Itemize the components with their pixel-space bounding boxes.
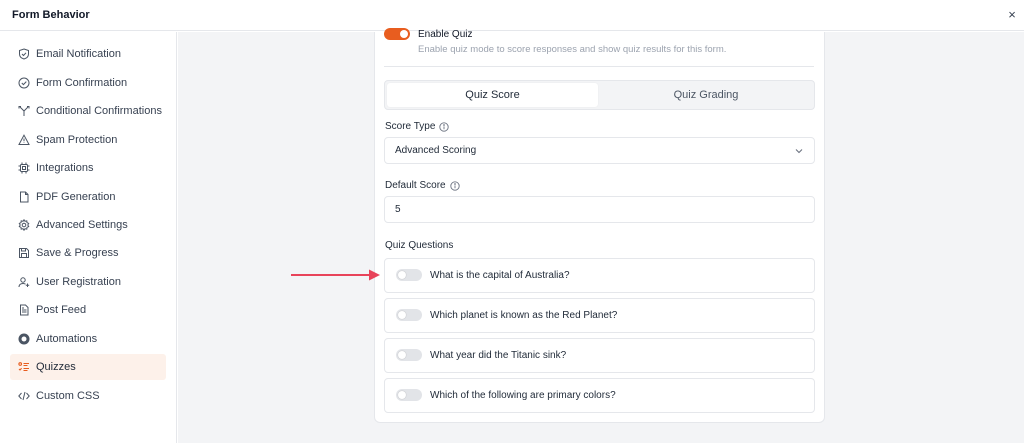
question-text: What year did the Titanic sink? <box>430 350 567 361</box>
settings-sidebar: Email Notification Form Confirmation Con… <box>0 32 177 443</box>
sidebar-item-advanced-settings[interactable]: Advanced Settings <box>10 212 166 238</box>
code-icon <box>18 390 30 402</box>
question-text: What is the capital of Australia? <box>430 270 570 281</box>
sidebar-item-spam-protection[interactable]: Spam Protection <box>10 127 166 153</box>
sidebar-item-label: Post Feed <box>36 304 87 316</box>
sidebar-item-label: Quizzes <box>36 361 76 373</box>
sidebar-item-label: Custom CSS <box>36 390 100 402</box>
score-type-select[interactable]: Advanced Scoring <box>384 137 815 164</box>
quiz-question-row[interactable]: Which of the following are primary color… <box>384 378 815 413</box>
tab-quiz-score[interactable]: Quiz Score <box>387 83 598 107</box>
sidebar-item-user-registration[interactable]: User Registration <box>10 269 166 295</box>
branch-icon <box>18 105 30 117</box>
annotation-arrow-icon <box>291 269 380 281</box>
sidebar-item-conditional-confirmations[interactable]: Conditional Confirmations <box>10 98 166 124</box>
quiz-questions-label: Quiz Questions <box>385 240 453 251</box>
info-icon[interactable] <box>439 121 450 132</box>
quiz-question-row[interactable]: What year did the Titanic sink? <box>384 338 815 373</box>
enable-quiz-toggle[interactable] <box>384 28 410 40</box>
tab-quiz-grading[interactable]: Quiz Grading <box>600 83 812 107</box>
quiz-settings-card: Enable Quiz Enable quiz mode to score re… <box>374 28 825 423</box>
file-text-icon <box>18 304 30 316</box>
sidebar-item-label: Conditional Confirmations <box>36 105 162 117</box>
question-text: Which planet is known as the Red Planet? <box>430 310 618 321</box>
sidebar-item-post-feed[interactable]: Post Feed <box>10 297 166 323</box>
chevron-down-icon <box>795 149 803 154</box>
close-icon[interactable]: × <box>1004 6 1020 24</box>
score-type-label: Score Type <box>385 121 450 132</box>
sidebar-item-label: Automations <box>36 333 98 345</box>
sidebar-item-label: User Registration <box>36 276 121 288</box>
question-toggle[interactable] <box>396 349 422 361</box>
default-score-label: Default Score <box>385 180 460 191</box>
question-toggle[interactable] <box>396 309 422 321</box>
gear-icon <box>18 219 30 231</box>
score-type-value: Advanced Scoring <box>395 145 477 156</box>
quiz-question-row[interactable]: What is the capital of Australia? <box>384 258 815 293</box>
sidebar-item-automations[interactable]: Automations <box>10 326 166 352</box>
list-check-icon <box>18 361 30 373</box>
sidebar-item-form-confirmation[interactable]: Form Confirmation <box>10 70 166 96</box>
sidebar-item-label: Save & Progress <box>36 247 119 259</box>
document-icon <box>18 191 30 203</box>
question-toggle[interactable] <box>396 269 422 281</box>
automation-icon <box>18 333 30 345</box>
user-plus-icon <box>18 276 30 288</box>
sidebar-item-pdf-generation[interactable]: PDF Generation <box>10 184 166 210</box>
chip-icon <box>18 162 30 174</box>
enable-quiz-title: Enable Quiz <box>418 29 473 40</box>
check-circle-icon <box>18 77 30 89</box>
sidebar-item-integrations[interactable]: Integrations <box>10 155 166 181</box>
sidebar-item-label: Advanced Settings <box>36 219 128 231</box>
default-score-input[interactable]: 5 <box>384 196 815 223</box>
question-text: Which of the following are primary color… <box>430 390 616 401</box>
shield-check-icon <box>18 48 30 60</box>
sidebar-item-save-progress[interactable]: Save & Progress <box>10 240 166 266</box>
enable-quiz-description: Enable quiz mode to score responses and … <box>418 44 727 55</box>
sidebar-item-email-notification[interactable]: Email Notification <box>10 41 166 67</box>
sidebar-item-quizzes[interactable]: Quizzes <box>10 354 166 380</box>
quiz-tabs: Quiz Score Quiz Grading <box>384 80 815 110</box>
modal-title: Form Behavior <box>12 9 90 21</box>
sidebar-item-label: Form Confirmation <box>36 77 128 89</box>
sidebar-item-label: Email Notification <box>36 48 121 60</box>
sidebar-item-label: Spam Protection <box>36 134 118 146</box>
default-score-label-text: Default Score <box>385 180 446 191</box>
sidebar-item-custom-css[interactable]: Custom CSS <box>10 383 166 409</box>
question-toggle[interactable] <box>396 389 422 401</box>
sidebar-item-label: Integrations <box>36 162 94 174</box>
settings-content: Enable Quiz Enable quiz mode to score re… <box>178 28 1024 443</box>
quiz-question-row[interactable]: Which planet is known as the Red Planet? <box>384 298 815 333</box>
warning-icon <box>18 134 30 146</box>
divider <box>384 66 814 67</box>
info-icon[interactable] <box>449 180 460 191</box>
modal-header: Form Behavior × <box>0 0 1024 31</box>
quiz-questions-label-text: Quiz Questions <box>385 240 454 251</box>
sidebar-item-label: PDF Generation <box>36 191 116 203</box>
score-type-label-text: Score Type <box>385 121 436 132</box>
save-icon <box>18 247 30 259</box>
